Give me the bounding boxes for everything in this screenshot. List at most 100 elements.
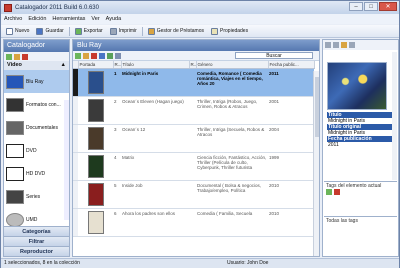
cover-cell [78, 124, 113, 153]
search-input[interactable]: Buscar [235, 52, 313, 59]
row-r [189, 152, 196, 181]
row-title: Ocean´s 12 [121, 124, 189, 153]
menu-ayuda[interactable]: Ayuda [106, 16, 122, 22]
table-row[interactable]: 6 Ahora los padres son ellos Comedia ( F… [73, 208, 314, 237]
row-num: 5 [113, 180, 121, 209]
cover-cell [78, 180, 113, 209]
delete-item-icon[interactable] [91, 52, 97, 59]
right-panel: Título Midnight in Paris Título original… [322, 39, 399, 257]
row-genre: Comedia, Romance ( Comedia romántica, Vi… [196, 68, 268, 97]
save-icon [36, 27, 44, 35]
row-date: 2001 [268, 96, 314, 125]
column-header[interactable]: Título [121, 61, 190, 69]
row-date: 2011 [268, 68, 314, 97]
documentary-icon [6, 120, 24, 135]
table-row[interactable]: 5 Inside Job Documental ( Bolsa & negoci… [73, 180, 314, 209]
remove-tag-icon[interactable] [334, 189, 340, 195]
row-date: 2010 [268, 180, 314, 209]
row-r [189, 124, 196, 153]
back-icon[interactable] [325, 42, 331, 48]
right-toolbar [323, 40, 398, 50]
column-header[interactable]: Fecha public... [268, 61, 315, 69]
cover-image [87, 182, 104, 206]
left-panel-title: Catalogador [4, 40, 69, 52]
left-panel: Catalogador Video ▲ Blu Ray Formatos con.… [3, 39, 70, 257]
left-scrollbar[interactable] [64, 100, 69, 220]
menu-archivo[interactable]: Archivo [4, 16, 22, 22]
table-row[interactable]: 3 Ocean´s 12 Thriller, Intriga (Secuela,… [73, 124, 314, 153]
filter-button[interactable]: Filtrar [4, 236, 69, 246]
cover-image [87, 70, 104, 94]
all-tags-label: Todas las tags [324, 216, 397, 224]
detail-fields: Título Midnight in Paris Título original… [327, 112, 394, 148]
loan-manager-button[interactable]: Gestor de Préstamos [146, 27, 206, 35]
field-value: 2011 [327, 142, 394, 148]
app-icon [4, 3, 12, 12]
row-genre: Documental ( Bolsa & negocios, Trabajo/e… [196, 180, 268, 209]
row-title: Midnight in Paris [121, 68, 189, 97]
minimize-button[interactable]: – [349, 2, 363, 11]
cover-cell [78, 152, 113, 181]
detail-scrollbar[interactable] [392, 52, 397, 180]
scrollbar-thumb[interactable] [315, 77, 319, 137]
column-header[interactable]: Género [196, 61, 269, 69]
add-icon[interactable] [6, 53, 12, 60]
row-genre: Thriller, Intriga (Secuela, Robos & Atra… [196, 124, 268, 153]
delete-icon[interactable] [22, 53, 28, 60]
player-button[interactable]: Reproductor [4, 246, 69, 256]
umd-icon [6, 212, 24, 227]
edit-item-icon[interactable] [83, 52, 89, 59]
properties-button[interactable]: Propiedades [209, 27, 250, 35]
table-row[interactable]: 4 Matrix Ciencia ficción, Fantástico, Ac… [73, 152, 314, 181]
print-detail-icon[interactable] [349, 42, 355, 48]
table-row[interactable]: 1 Midnight in Paris Comedia, Romance ( C… [73, 68, 314, 97]
row-num: 1 [113, 68, 121, 97]
sidebar-item-dvd[interactable]: DVD [4, 139, 69, 162]
cover-image [87, 154, 104, 178]
new-button[interactable]: Nuevo [4, 27, 31, 35]
add-tag-icon[interactable] [326, 189, 332, 195]
print-button[interactable]: Imprimir [108, 27, 139, 35]
view-icon[interactable] [99, 52, 105, 59]
column-header[interactable]: R... [113, 61, 122, 69]
cover-image [87, 210, 104, 234]
row-num: 6 [113, 208, 121, 237]
sidebar-item-blu-ray[interactable]: Blu Ray [4, 70, 69, 93]
menu-ver[interactable]: Ver [91, 16, 99, 22]
category-video[interactable]: Video ▲ [4, 61, 69, 70]
bluray-icon [6, 74, 24, 89]
edit-detail-icon[interactable] [341, 42, 347, 48]
cover-cell [78, 96, 113, 125]
sidebar-item-documentales[interactable]: Documentales [4, 116, 69, 139]
sidebar-item-formatos[interactable]: Formatos con... [4, 93, 69, 116]
loan-icon [147, 27, 155, 35]
status-bar: 1 seleccionados, 8 en la colección Usuar… [1, 258, 399, 268]
column-header[interactable]: R... [189, 61, 197, 69]
collapse-icon[interactable]: ▲ [61, 61, 66, 70]
maximize-button[interactable]: □ [364, 2, 378, 11]
add-item-icon[interactable] [75, 52, 81, 59]
categories-button[interactable]: Categorías [4, 226, 69, 236]
table-scrollbar[interactable] [313, 71, 319, 256]
forward-icon[interactable] [333, 42, 339, 48]
save-button[interactable]: Guardar [34, 27, 65, 35]
row-title: Ahora los padres son ellos [121, 208, 189, 237]
toolbar: Nuevo Guardar Exportar Imprimir Gestor d… [1, 25, 399, 38]
list-icon[interactable] [115, 52, 121, 59]
menu-edicion[interactable]: Edición [28, 16, 46, 22]
refresh-icon[interactable] [107, 52, 113, 59]
edit-icon[interactable] [14, 53, 20, 60]
sidebar-item-series[interactable]: Series [4, 185, 69, 208]
center-toolbar: Buscar [73, 51, 319, 61]
menu-bar: Archivo Edición Herramientas Ver Ayuda [1, 14, 399, 24]
sidebar-item-hd-dvd[interactable]: HD DVD [4, 162, 69, 185]
close-button[interactable]: ✕ [379, 2, 397, 11]
menu-herramientas[interactable]: Herramientas [52, 16, 85, 22]
cover-cell [78, 68, 113, 97]
export-button[interactable]: Exportar [73, 27, 105, 35]
column-header[interactable]: Portada [78, 61, 114, 69]
table-row[interactable]: 2 Ocean´s Eleven (Hagan juego) Thriller,… [73, 96, 314, 125]
row-r [189, 180, 196, 209]
row-num: 3 [113, 124, 121, 153]
cover-cell [78, 208, 113, 237]
